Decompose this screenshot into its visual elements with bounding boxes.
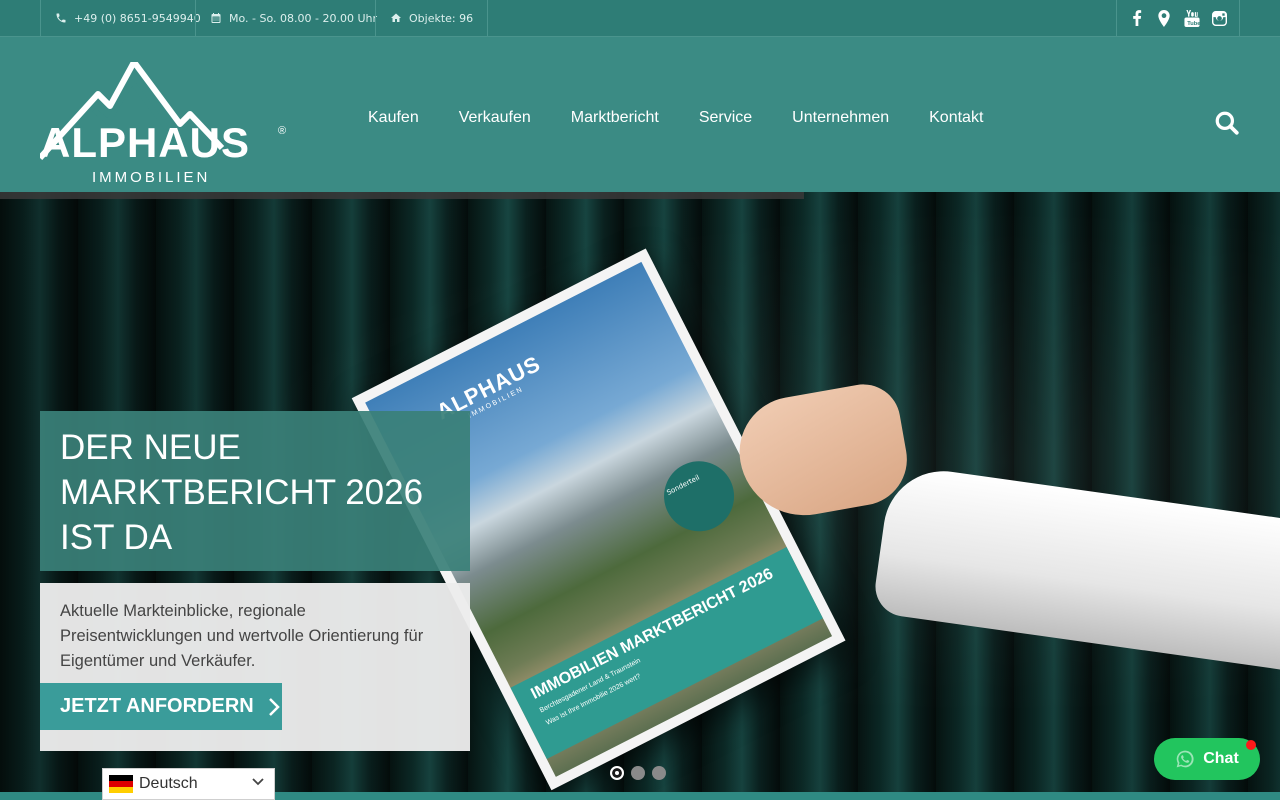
logo-subtitle: IMMOBILIEN xyxy=(92,169,210,186)
nav-kaufen[interactable]: Kaufen xyxy=(348,109,439,127)
site-header: ALPHAUS IMMOBILIEN ® Kaufen Verkaufen Ma… xyxy=(0,37,1280,192)
slider-dot-3[interactable] xyxy=(652,766,666,780)
nav-unternehmen[interactable]: Unternehmen xyxy=(772,109,909,127)
nav-kontakt[interactable]: Kontakt xyxy=(909,109,1003,127)
chat-label: Chat xyxy=(1203,750,1239,767)
language-label: Deutsch xyxy=(139,775,198,792)
chat-notification-badge xyxy=(1246,740,1256,750)
brochure-title-band: IMMOBILIEN MARKTBERICHT 2026 Berchtesgad… xyxy=(510,547,823,760)
logo-registered: ® xyxy=(278,125,286,137)
slider-dots xyxy=(610,766,666,780)
chevron-right-icon xyxy=(268,697,280,716)
headline-line-2: MARKTBERICHT 2026 xyxy=(60,473,424,512)
hours-text: Mo. - So. 08.00 - 20.00 Uhr xyxy=(229,11,377,25)
calendar-icon xyxy=(211,13,221,23)
brochure-badge: Sonderteil xyxy=(651,449,747,544)
map-marker-icon[interactable] xyxy=(1155,9,1173,27)
phone-icon xyxy=(56,13,66,23)
home-icon xyxy=(391,13,401,22)
whatsapp-icon xyxy=(1176,750,1194,768)
headline-line-3: IST DA xyxy=(60,518,173,557)
nav-marktbericht[interactable]: Marktbericht xyxy=(551,109,679,127)
slider-dot-2[interactable] xyxy=(631,766,645,780)
slider-dot-1[interactable] xyxy=(610,766,624,780)
jetzt-anfordern-button[interactable]: JETZT ANFORDERN xyxy=(40,683,282,730)
svg-text:Tube: Tube xyxy=(1187,21,1200,27)
hero-description: Aktuelle Markteinblicke, regionale Preis… xyxy=(60,602,424,670)
objects-count[interactable]: Objekte: 96 xyxy=(375,0,489,36)
logo-wordmark: ALPHAUS xyxy=(40,119,250,166)
opening-hours: Mo. - So. 08.00 - 20.00 Uhr xyxy=(195,0,391,36)
instagram-icon[interactable] xyxy=(1210,9,1228,27)
social-links: Tube xyxy=(1116,0,1240,36)
facebook-icon[interactable] xyxy=(1128,9,1146,27)
objects-text: Objekte: 96 xyxy=(409,11,474,25)
chevron-down-icon xyxy=(252,778,264,786)
nav-verkaufen[interactable]: Verkaufen xyxy=(439,109,551,127)
search-icon[interactable] xyxy=(1214,110,1244,140)
whatsapp-chat-button[interactable]: Chat xyxy=(1154,738,1260,780)
youtube-icon[interactable]: Tube xyxy=(1183,9,1201,27)
hero-slider: ALPHAUS IMMOBILIEN Sonderteil IMMOBILIEN … xyxy=(0,192,1280,792)
hero-headline: DER NEUE MARKTBERICHT 2026 IST DA xyxy=(40,411,470,571)
alphaus-logo[interactable]: ALPHAUS IMMOBILIEN ® xyxy=(37,59,300,187)
main-nav: Kaufen Verkaufen Marktbericht Service Un… xyxy=(348,109,1003,127)
cta-label: JETZT ANFORDERN xyxy=(60,695,254,717)
phone-number: +49 (0) 8651-9549940 xyxy=(74,11,201,25)
language-selector[interactable]: Deutsch xyxy=(102,768,275,800)
hero-progress-strip xyxy=(0,192,804,199)
shirt-sleeve-image xyxy=(871,463,1280,671)
headline-line-1: DER NEUE xyxy=(60,428,241,467)
nav-service[interactable]: Service xyxy=(679,109,772,127)
phone-info[interactable]: +49 (0) 8651-9549940 xyxy=(40,0,215,36)
top-bar: +49 (0) 8651-9549940 Mo. - So. 08.00 - 2… xyxy=(0,0,1280,37)
german-flag-icon xyxy=(109,775,133,793)
